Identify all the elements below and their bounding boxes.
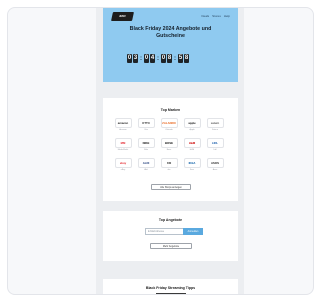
brand-tile[interactable]: ZALANDO Zalando <box>159 118 179 133</box>
countdown-separator: : <box>157 55 159 62</box>
streaming-section: Black Friday Streaming Tipps <box>103 279 238 294</box>
brand-tile-logo: LIDL <box>206 138 224 148</box>
brand-tile-caption: Lidl <box>213 149 217 151</box>
brand-tile-caption: Nike <box>143 149 148 151</box>
hero-links: Deals Stores Help <box>201 14 230 18</box>
brand-tile[interactable]: BOSE Bose <box>159 138 179 153</box>
brand-tile[interactable]: NIKE Nike <box>136 138 156 153</box>
countdown-digit: 4 <box>150 54 155 63</box>
top-brands-title: Top Marken <box>160 108 181 112</box>
brand-tile[interactable]: amazon Amazon <box>113 118 133 133</box>
brand-tile[interactable]: IKEA Ikea <box>182 158 202 173</box>
brand-tile-logo: ebay <box>114 158 132 168</box>
hero-title: Black Friday 2024 Angebote und Gutschein… <box>129 26 212 39</box>
countdown-digit: 8 <box>184 54 189 63</box>
brand-tile[interactable]: saturn Saturn <box>205 118 225 133</box>
countdown-unit: 58 <box>178 54 189 63</box>
hero-link-help[interactable]: Help <box>224 14 230 18</box>
more-deals-button[interactable]: Mehr Angebote <box>150 243 192 249</box>
brand-tile-logo: BOSE <box>160 138 178 148</box>
countdown-separator: : <box>140 55 142 62</box>
countdown-separator: : <box>174 55 176 62</box>
brand-tile-caption: Apple <box>189 129 195 131</box>
brand-tile-logo: amazon <box>114 118 132 128</box>
countdown-unit: 03 <box>127 54 138 63</box>
countdown-digit: 5 <box>178 54 183 63</box>
brand-logo-grid: amazon Amazon OTTO Otto ZALANDO Zalando apple A… <box>113 118 227 173</box>
brand-tile-logo: ALDI <box>137 158 155 168</box>
brand-tile-logo: ASOS <box>206 158 224 168</box>
brand-tile-logo: saturn <box>206 118 224 128</box>
brand-tile[interactable]: ebay eBay <box>113 158 133 173</box>
brand-tile-caption: Ikea <box>190 169 194 171</box>
brand-tile[interactable]: ALDI Aldi <box>136 158 156 173</box>
countdown-digit: 3 <box>133 54 138 63</box>
brand-tile-caption: Bose <box>166 149 172 151</box>
countdown-unit: 08 <box>161 54 172 63</box>
brand-tile-caption: Asos <box>212 169 218 171</box>
countdown-digit: 8 <box>167 54 172 63</box>
brand-tile[interactable]: DM dm <box>159 158 179 173</box>
brand-tile[interactable]: apple Apple <box>182 118 202 133</box>
newsletter-title: Top Angebote <box>158 218 183 222</box>
countdown-unit: 04 <box>144 54 155 63</box>
brand-tile[interactable]: ASOS Asos <box>205 158 225 173</box>
hero-link-deals[interactable]: Deals <box>201 14 209 18</box>
brand-tile-caption: eBay <box>120 169 126 171</box>
subscribe-button[interactable]: Anmelden <box>183 228 203 235</box>
preview-card: BFD Deals Stores Help Black Friday 2024 … <box>7 7 314 295</box>
countdown-digit: 0 <box>127 54 132 63</box>
brand-tile-caption: Zalando <box>165 129 173 131</box>
brand-tile-caption: dm <box>167 169 171 171</box>
brand-tile[interactable]: MM MediaMarkt <box>113 138 133 153</box>
countdown-timer: 03:04:08:58 <box>127 54 189 63</box>
brand-tile-logo: MM <box>114 138 132 148</box>
brand-tile-logo: H&M <box>183 138 201 148</box>
brand-tile-caption: H&M <box>189 149 195 151</box>
brand-tile-caption: Aldi <box>144 169 148 171</box>
brand-tile[interactable]: LIDL Lidl <box>205 138 225 153</box>
brand-tile-logo: DM <box>160 158 178 168</box>
brand-tile-caption: MediaMarkt <box>117 149 129 151</box>
brand-tile-caption: Otto <box>144 129 148 131</box>
email-preview: BFD Deals Stores Help Black Friday 2024 … <box>96 8 244 294</box>
brand-tile-logo: apple <box>183 118 201 128</box>
streaming-thumbnail[interactable] <box>156 293 186 294</box>
brand-tile-logo: IKEA <box>183 158 201 168</box>
brand-tile-logo: NIKE <box>137 138 155 148</box>
brand-logo[interactable]: BFD <box>111 12 134 21</box>
brand-tile-logo: ZALANDO <box>160 118 178 128</box>
brand-tile-caption: Saturn <box>212 129 218 131</box>
streaming-title: Black Friday Streaming Tipps <box>145 286 196 290</box>
brand-tile-logo: OTTO <box>137 118 155 128</box>
newsletter-section: Top Angebote E-Mail Adresse Anmelden Meh… <box>103 211 238 261</box>
countdown-digit: 0 <box>161 54 166 63</box>
countdown-digit: 0 <box>144 54 149 63</box>
top-brands-section: Top Marken amazon Amazon OTTO Otto ZALANDO Za… <box>103 98 238 201</box>
hero-banner: BFD Deals Stores Help Black Friday 2024 … <box>103 8 238 82</box>
hero-link-stores[interactable]: Stores <box>212 14 221 18</box>
brand-tile[interactable]: H&M H&M <box>182 138 202 153</box>
all-shops-button[interactable]: Alle Shops anzeigen <box>151 184 191 190</box>
brand-tile-caption: Amazon <box>119 129 127 131</box>
brand-tile[interactable]: OTTO Otto <box>136 118 156 133</box>
